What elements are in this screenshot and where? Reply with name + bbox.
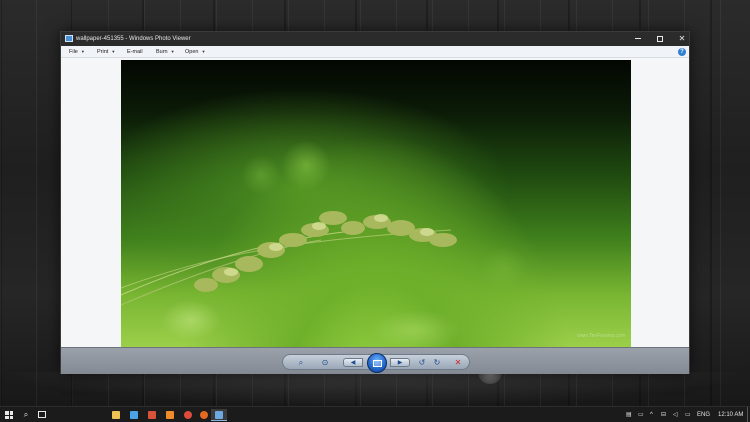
help-icon[interactable]: ? [678,48,686,56]
displayed-photo[interactable]: www.TenForums.com [121,60,631,347]
task-view-icon [38,411,46,418]
task-view-button[interactable] [35,407,49,422]
firefox-icon[interactable] [196,409,212,421]
menu-open[interactable]: Open ▼ [185,46,205,58]
mail-icon[interactable] [126,409,142,421]
image-viewport: www.TenForums.com [61,58,689,347]
rotate-counterclockwise-icon[interactable]: ↺ [417,358,427,368]
recycle-bin-icon[interactable]: ▤ [626,407,634,422]
chrome-icon[interactable] [180,409,196,421]
show-hidden-icons-icon[interactable]: ^ [650,407,658,422]
action-center-icon[interactable]: ▭ [685,407,693,422]
close-icon: ✕ [678,34,686,43]
menu-burn[interactable]: Burn ▼ [156,46,175,58]
menu-file-label: File [69,49,78,55]
close-button[interactable]: ✕ [671,32,693,46]
menu-burn-label: Burn [156,49,168,55]
maximize-icon [657,35,663,42]
photo-watermark: www.TenForums.com [577,333,625,339]
zoom-icon[interactable]: ⌕ [293,358,309,368]
window-title: wallpaper-451355 - Windows Photo Viewer [76,36,191,42]
menu-bar: File ▼ Print ▼ E-mail Burn ▼ Open ▼ ? [61,46,689,58]
chevron-down-icon: ▼ [80,49,85,54]
chevron-down-icon: ▼ [170,49,175,54]
menu-print[interactable]: Print ▼ [97,46,115,58]
menu-print-label: Print [97,49,109,55]
slideshow-button[interactable] [367,353,387,373]
slideshow-icon [373,360,382,367]
photo-viewer-window: wallpaper-451355 - Windows Photo Viewer … [60,31,690,374]
title-bar[interactable]: wallpaper-451355 - Windows Photo Viewer … [61,32,689,46]
people-icon[interactable]: ▭ [638,407,646,422]
windows-logo-icon [5,411,13,419]
minimize-button[interactable] [627,32,649,46]
photo-viewer-app-icon [65,35,73,42]
start-button[interactable] [0,407,18,422]
maximize-button[interactable] [649,32,671,46]
menu-open-label: Open [185,49,199,55]
menu-file[interactable]: File ▼ [69,46,85,58]
menu-email-label: E-mail [127,49,143,55]
delete-icon[interactable]: ✕ [453,358,463,368]
taskbar: ⌕ ▤ ▭ ^ ⊟ ◁ ▭ ENG 12:10 AM [0,406,750,422]
previous-icon[interactable]: ◀ [343,358,363,367]
search-icon[interactable]: ⌕ [19,407,33,422]
actual-size-icon[interactable]: ⊙ [319,358,331,368]
language-indicator[interactable]: ENG [697,407,710,422]
file-explorer-icon[interactable] [108,409,124,421]
next-icon[interactable]: ▶ [390,358,410,367]
network-icon[interactable]: ⊟ [661,407,669,422]
photo-viewer-icon[interactable] [211,409,227,421]
menu-email[interactable]: E-mail [127,46,143,58]
viewer-control-pill: ⌕ ⊙ ◀ ▶ ↺ ↻ ✕ [282,353,470,373]
app-icon[interactable] [162,409,178,421]
viewer-control-bar: ⌕ ⊙ ◀ ▶ ↺ ↻ ✕ [61,347,689,374]
chevron-down-icon: ▼ [201,49,206,54]
rotate-clockwise-icon[interactable]: ↻ [432,358,442,368]
office-icon[interactable] [144,409,160,421]
desktop-floor [0,372,750,406]
chevron-down-icon: ▼ [111,49,116,54]
volume-icon[interactable]: ◁ [673,407,681,422]
grass-stem-illustration [121,211,457,306]
clock[interactable]: 12:10 AM [718,407,743,422]
minimize-icon [635,38,641,40]
